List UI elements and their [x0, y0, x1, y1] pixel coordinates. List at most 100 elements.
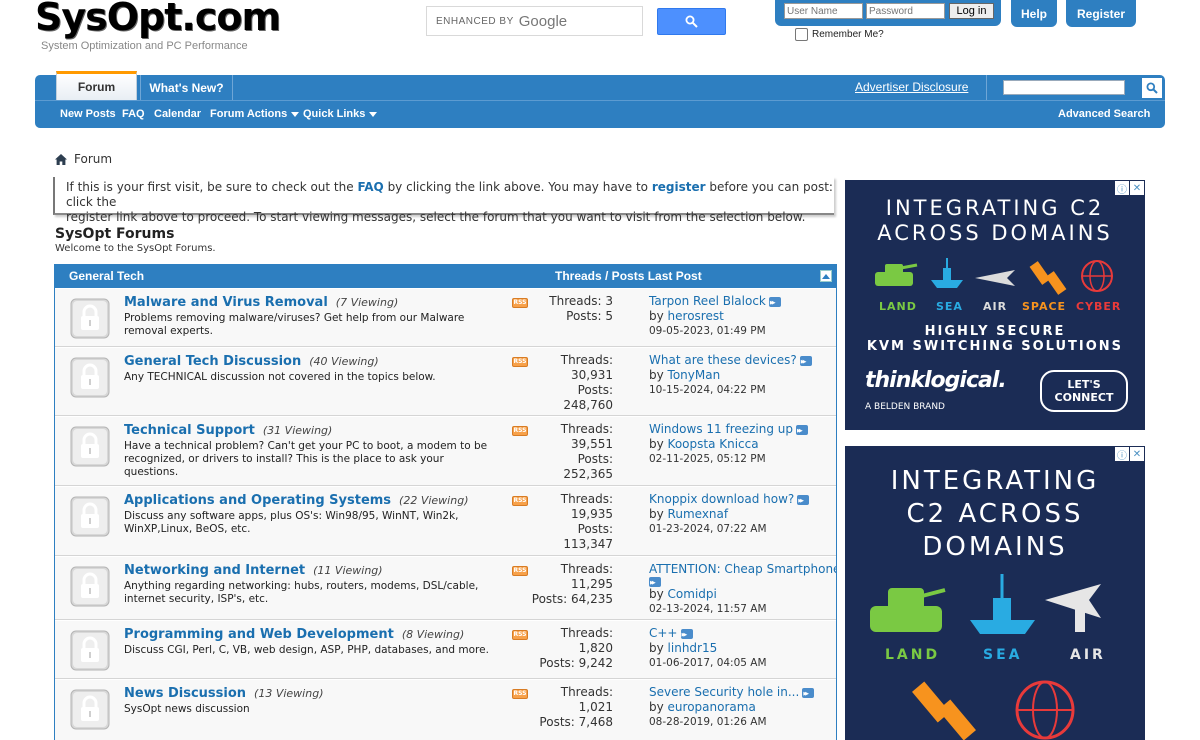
ad2-headline-2: C2 ACROSS [906, 499, 1084, 529]
forum-row[interactable]: Networking and Internet (11 Viewing) Anyth… [55, 556, 836, 620]
go-to-last-post-icon[interactable] [796, 424, 809, 439]
remember-me[interactable]: Remember Me? [795, 28, 884, 41]
forum-title-link[interactable]: Networking and Internet (11 Viewing) [124, 563, 383, 578]
last-post-title[interactable]: Severe Security hole in... [649, 685, 799, 699]
first-visit-notice: If this is your first visit, be sure to … [53, 177, 834, 224]
password-input[interactable] [866, 3, 945, 19]
go-to-last-post-icon[interactable] [799, 355, 812, 370]
rss-icon[interactable]: RSS [512, 496, 528, 506]
forum-name[interactable]: Programming and Web Development [124, 627, 394, 642]
last-post-by: by [649, 507, 664, 521]
forum-actions-label: Forum Actions [210, 108, 288, 120]
last-post: Tarpon Reel Blalockby herosrest 09-05-202… [649, 294, 835, 339]
ad-info-icon[interactable]: ⓘ [1115, 447, 1129, 462]
last-post-by: by [649, 641, 664, 655]
rss-icon[interactable]: RSS [512, 298, 528, 308]
close-icon[interactable]: ✕ [1130, 181, 1144, 195]
site-logo[interactable]: SysOpt.com [35, 0, 281, 36]
advertisement-2[interactable]: ⓘ ✕ INTEGRATING C2 ACROSS DOMAINS LAND SE… [845, 446, 1145, 740]
home-icon[interactable] [55, 153, 67, 165]
nav-search-button[interactable] [1141, 77, 1163, 99]
search-icon [685, 15, 698, 28]
login-button[interactable]: Log in [949, 3, 994, 19]
go-to-last-post-icon[interactable] [649, 576, 661, 591]
register-button[interactable]: Register [1066, 0, 1136, 27]
notice-text-4: register link above to proceed. To start… [66, 210, 806, 224]
section-title[interactable]: General Tech [69, 269, 144, 283]
subnav-calendar[interactable]: Calendar [154, 108, 201, 120]
forum-title-link[interactable]: News Discussion (13 Viewing) [124, 686, 323, 701]
forum-row[interactable]: Malware and Virus Removal (7 Viewing) Prob… [55, 288, 836, 347]
go-to-last-post-icon[interactable] [802, 687, 815, 702]
go-to-last-post-icon[interactable] [797, 494, 810, 509]
last-post-title[interactable]: Windows 11 freezing up [649, 422, 793, 436]
subnav-faq[interactable]: FAQ [122, 108, 145, 120]
forum-name[interactable]: Technical Support [124, 423, 255, 438]
forum-row[interactable]: Programming and Web Development (8 Viewin… [55, 620, 836, 679]
advanced-search-link[interactable]: Advanced Search [1058, 108, 1150, 120]
forum-description: Have a technical problem? Can't get your… [124, 440, 488, 478]
page-title: SysOpt Forums [55, 226, 175, 242]
last-post-user[interactable]: Comidpi [668, 587, 717, 601]
forum-description: Problems removing malware/viruses? Get h… [124, 312, 465, 337]
forum-title-link[interactable]: Applications and Operating Systems (22 Vi… [124, 493, 468, 508]
subnav-new-posts[interactable]: New Posts [60, 108, 116, 120]
last-post-title[interactable]: ATTENTION: Cheap Smartphone... [649, 562, 836, 576]
last-post-user[interactable]: TonyMan [668, 368, 721, 382]
ad-cta-button[interactable]: LET'S CONNECT [1040, 370, 1128, 412]
forum-title-link[interactable]: Technical Support (31 Viewing) [124, 423, 332, 438]
rss-icon[interactable]: RSS [512, 566, 528, 576]
last-post-user[interactable]: herosrest [668, 309, 724, 323]
forum-name[interactable]: Applications and Operating Systems [124, 493, 391, 508]
collapse-icon[interactable] [820, 270, 832, 282]
last-post-title[interactable]: C++ [649, 626, 678, 640]
subnav-forum-actions[interactable]: Forum Actions [210, 108, 300, 120]
last-post-user[interactable]: europanorama [668, 700, 756, 714]
help-button[interactable]: Help [1011, 0, 1057, 27]
advertiser-disclosure-link[interactable]: Advertiser Disclosure [855, 80, 968, 94]
domain-icons [875, 258, 1113, 295]
ad-brand-logo: thinklogical. [865, 368, 1007, 393]
last-post-user[interactable]: Koopsta Knicca [668, 437, 759, 451]
go-to-last-post-icon[interactable] [680, 628, 693, 643]
go-to-last-post-icon[interactable] [768, 296, 781, 311]
forum-row[interactable]: General Tech Discussion (40 Viewing) Any T… [55, 347, 836, 416]
forum-row[interactable]: Technical Support (31 Viewing) Have a tech… [55, 416, 836, 486]
forum-description: Discuss CGI, Perl, C, VB, web design, AS… [124, 644, 489, 656]
forum-row[interactable]: News Discussion (13 Viewing) SysOpt news d… [55, 679, 836, 740]
nav-search-input[interactable] [1003, 80, 1125, 95]
subnav-quick-links[interactable]: Quick Links [303, 108, 378, 120]
tab-forum[interactable]: Forum [56, 71, 137, 100]
last-post-user[interactable]: Rumexnaf [668, 507, 729, 521]
last-post-title[interactable]: What are these devices? [649, 353, 797, 367]
posts-count: 252,365 [563, 467, 613, 481]
rss-icon[interactable]: RSS [512, 689, 528, 699]
forum-name[interactable]: Malware and Virus Removal [124, 295, 328, 310]
forum-row[interactable]: Applications and Operating Systems (22 Vi… [55, 486, 836, 556]
forum-name[interactable]: General Tech Discussion [124, 354, 301, 369]
forum-title-link[interactable]: General Tech Discussion (40 Viewing) [124, 354, 379, 369]
rss-icon[interactable]: RSS [512, 426, 528, 436]
remember-me-label: Remember Me? [812, 29, 884, 40]
google-search-button[interactable] [657, 8, 726, 35]
forum-name[interactable]: News Discussion [124, 686, 246, 701]
forum-stats: Threads: 19,935 Posts: 113,347 [527, 492, 613, 552]
close-icon[interactable]: ✕ [1130, 447, 1144, 461]
faq-link[interactable]: FAQ [357, 180, 383, 194]
forum-title-link[interactable]: Programming and Web Development (8 Viewin… [124, 627, 464, 642]
rss-icon[interactable]: RSS [512, 357, 528, 367]
breadcrumb-forum[interactable]: Forum [74, 152, 112, 166]
username-input[interactable] [784, 3, 863, 19]
last-post-user[interactable]: linhdr15 [668, 641, 718, 655]
forum-title-link[interactable]: Malware and Virus Removal (7 Viewing) [124, 295, 398, 310]
remember-me-checkbox[interactable] [795, 28, 808, 41]
register-link[interactable]: register [652, 180, 706, 194]
forum-name[interactable]: Networking and Internet [124, 563, 305, 578]
last-post-title[interactable]: Tarpon Reel Blalock [649, 294, 766, 308]
ad-info-icon[interactable]: ⓘ [1115, 181, 1129, 196]
advertisement-1[interactable]: ⓘ ✕ INTEGRATING C2 ACROSS DOMAINS LAND SE… [845, 180, 1145, 430]
last-post-title[interactable]: Knoppix download how? [649, 492, 794, 506]
tab-whats-new[interactable]: What's New? [140, 75, 233, 100]
google-search-input[interactable]: ENHANCED BY Google [426, 6, 643, 36]
rss-icon[interactable]: RSS [512, 630, 528, 640]
